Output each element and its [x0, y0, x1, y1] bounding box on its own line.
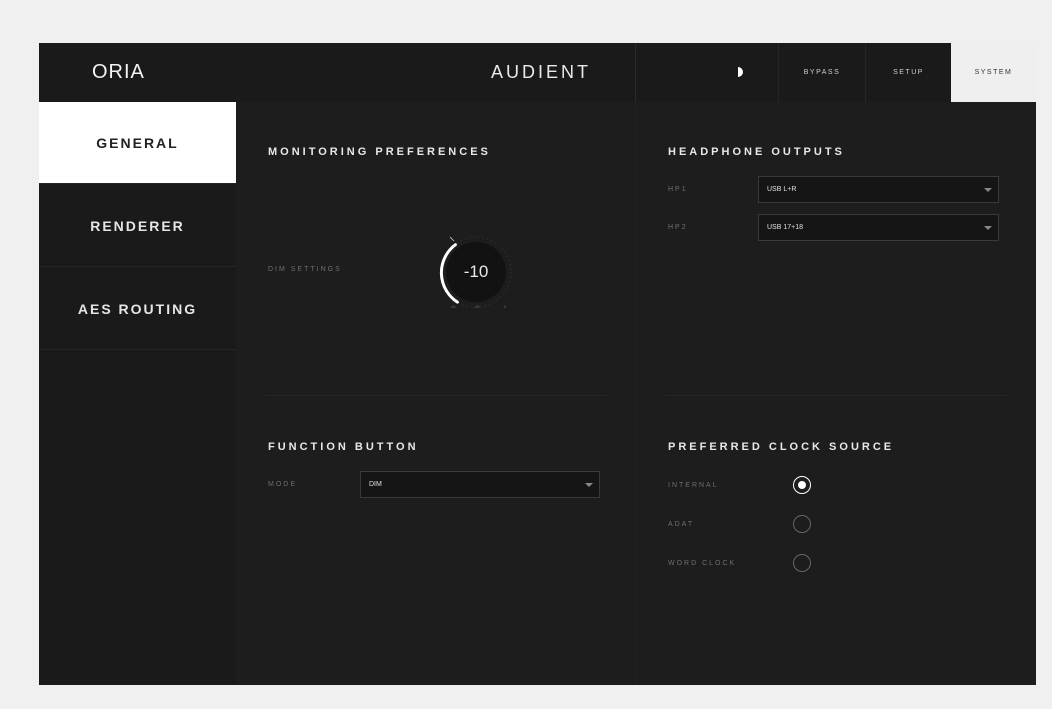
preferred-clock-source-title: PREFERRED CLOCK SOURCE	[668, 441, 895, 453]
mode-select[interactable]: DIM	[360, 471, 600, 498]
chevron-down-icon	[984, 226, 992, 230]
hp2-value: USB 17+18	[767, 224, 803, 231]
chevron-down-icon	[984, 188, 992, 192]
horizontal-divider	[266, 395, 606, 396]
top-bar: ORIA AUDIENT BYPASS SETUP SYSTEM	[39, 43, 1036, 102]
chevron-down-icon	[585, 483, 593, 487]
dim-scale-min: -40	[450, 304, 456, 309]
function-button-title: FUNCTION BUTTON	[268, 441, 419, 453]
dim-scale-max: 0	[504, 304, 507, 309]
clock-option-label: WORD CLOCK	[668, 560, 737, 567]
header-divider	[635, 43, 636, 102]
setup-button[interactable]: SETUP	[865, 43, 951, 102]
dim-value: -10	[463, 262, 489, 281]
sidebar-item-aes-routing[interactable]: AES ROUTING	[39, 268, 236, 350]
system-button[interactable]: SYSTEM	[951, 43, 1036, 102]
hp1-label: HP1	[668, 186, 688, 193]
clock-option-label: INTERNAL	[668, 482, 719, 489]
half-circle-icon[interactable]	[735, 66, 747, 78]
monitoring-preferences-title: MONITORING PREFERENCES	[268, 146, 491, 158]
word-clock-radio[interactable]	[793, 554, 811, 572]
clock-option-label: ADAT	[668, 521, 695, 528]
headphone-outputs-title: HEADPHONE OUTPUTS	[668, 146, 845, 158]
hp2-select[interactable]: USB 17+18	[758, 214, 999, 241]
hp1-select[interactable]: USB L+R	[758, 176, 999, 203]
dim-scale-mid: -20	[474, 304, 480, 309]
sidebar: GENERAL RENDERER AES ROUTING	[39, 102, 236, 685]
audient-brand: AUDIENT	[491, 62, 592, 82]
internal-radio[interactable]	[793, 476, 811, 494]
mode-label: MODE	[268, 481, 297, 488]
app-window: ORIA AUDIENT BYPASS SETUP SYSTEM GENERAL…	[39, 43, 1036, 685]
hp2-label: HP2	[668, 224, 688, 231]
hp1-value: USB L+R	[767, 186, 797, 193]
bypass-button[interactable]: BYPASS	[778, 43, 865, 102]
main-panel: MONITORING PREFERENCES DIM SETTINGS -10 …	[236, 102, 1036, 685]
dim-knob[interactable]: -10	[436, 232, 516, 312]
horizontal-divider	[666, 395, 1006, 396]
adat-radio[interactable]	[793, 515, 811, 533]
mode-value: DIM	[369, 481, 382, 488]
sidebar-item-general[interactable]: GENERAL	[39, 102, 236, 184]
vertical-divider	[636, 102, 637, 685]
sidebar-item-renderer[interactable]: RENDERER	[39, 185, 236, 267]
oria-logo: ORIA	[92, 61, 145, 83]
dim-settings-label: DIM SETTINGS	[268, 266, 342, 273]
